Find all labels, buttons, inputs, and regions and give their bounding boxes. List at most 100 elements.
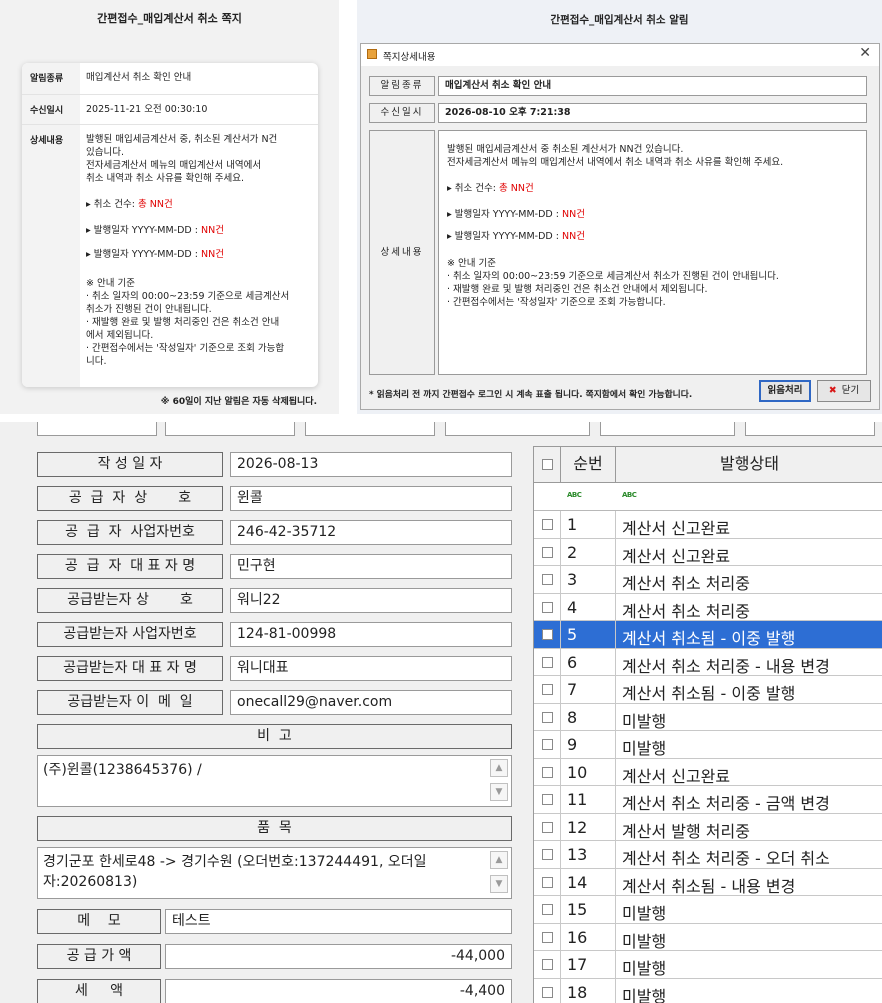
top-field-strip[interactable] <box>745 422 875 436</box>
close-button[interactable]: ✖ 닫기 <box>817 380 871 402</box>
row-checkbox[interactable] <box>542 904 553 915</box>
row-checkbox[interactable] <box>542 821 553 833</box>
row-no: 6 <box>567 652 578 672</box>
row-checkbox[interactable] <box>542 876 553 888</box>
row-no: 17 <box>567 955 588 974</box>
row-no: 14 <box>567 872 588 892</box>
row-checkbox[interactable] <box>542 739 553 750</box>
select-all-checkbox[interactable] <box>542 459 553 470</box>
table-row[interactable]: 16 미발행 <box>534 923 882 951</box>
buyer-ceo-field[interactable]: 워니대표 <box>230 656 512 681</box>
header-select-all[interactable] <box>534 447 561 483</box>
top-field-strip[interactable] <box>165 422 295 436</box>
table-row[interactable]: 15 미발행 <box>534 896 882 924</box>
detail-text: 발행된 매입세금계산서 중, 취소된 계산서가 N건 <box>86 134 278 145</box>
supplier-ceo-label: 공 급 자 대 표 자 명 <box>37 554 223 579</box>
row-checkbox[interactable] <box>542 574 553 585</box>
table-row[interactable]: 4 계산서 취소 처리중 <box>534 593 882 621</box>
filter-abc-icon[interactable]: ABC <box>622 491 637 499</box>
guide-head: ※ 안내 기준 <box>86 278 135 289</box>
scroll-down-icon[interactable]: ▼ <box>490 783 508 801</box>
table-row[interactable]: 18 미발행 <box>534 978 882 1003</box>
table-row[interactable]: 3 계산서 취소 처리중 <box>534 566 882 594</box>
guide-text: 에서 제외됩니다. <box>86 330 154 341</box>
remark-text: (주)윈콜(1238645376) / <box>43 762 202 778</box>
table-row[interactable]: 17 미발행 <box>534 951 882 979</box>
detail-text: 취소 내역과 취소 사유를 확인해 주세요. <box>86 173 244 184</box>
table-row[interactable]: 7 계산서 취소됨 - 이중 발행 <box>534 676 882 704</box>
item-field[interactable]: 경기군포 한세로48 -> 경기수원 (오더번호:137244491, 오더일자… <box>37 847 512 899</box>
table-row[interactable]: 6 계산서 취소 처리중 - 내용 변경 <box>534 648 882 676</box>
issue-date-line: ▸ 발행일자 YYYY-MM-DD : NN건 <box>86 225 224 236</box>
row-checkbox[interactable] <box>542 656 553 668</box>
guide-text: · 간편접수에서는 '작성일자' 기준으로 조회 가능합니다. <box>447 297 666 308</box>
row-checkbox[interactable] <box>542 849 553 860</box>
table-row[interactable]: 12 계산서 발행 처리중 <box>534 813 882 841</box>
grid-header: 순번 발행상태 <box>534 447 882 483</box>
row-status: 계산서 신고완료 <box>622 546 731 566</box>
table-row[interactable]: 5 계산서 취소됨 - 이중 발행 <box>534 621 882 649</box>
tax-amount-field[interactable]: -4,400 <box>165 979 512 1003</box>
row-checkbox[interactable] <box>542 766 553 778</box>
row-checkbox[interactable] <box>542 684 553 695</box>
row-no: 2 <box>567 542 578 562</box>
row-status: 계산서 취소 처리중 <box>622 601 750 621</box>
table-row[interactable]: 2 계산서 신고완료 <box>534 538 882 566</box>
desktop-notice-title: 간편접수_매입계산서 취소 알림 <box>550 14 689 26</box>
row-no: 9 <box>567 735 578 754</box>
buyer-bizno-field[interactable]: 124-81-00998 <box>230 622 512 647</box>
write-date-label: 작 성 일 자 <box>37 452 223 477</box>
memo-field[interactable]: 테스트 <box>165 909 512 934</box>
top-field-strip[interactable] <box>305 422 435 436</box>
table-row[interactable]: 8 미발행 <box>534 703 882 731</box>
row-checkbox[interactable] <box>542 959 553 970</box>
header-col-no[interactable]: 순번 <box>561 447 616 483</box>
buyer-name-field[interactable]: 워니22 <box>230 588 512 613</box>
mobile-notice-title: 간편접수_매입계산서 취소 쪽지 <box>97 12 242 25</box>
desktop-notice-panel: 간편접수_매입계산서 취소 알림 쪽지상세내용 ✕ 알림종류 매입계산서 취소 … <box>357 0 882 414</box>
row-checkbox[interactable] <box>542 986 553 998</box>
row-checkbox[interactable] <box>542 601 553 613</box>
table-row[interactable]: 11 계산서 취소 처리중 - 금액 변경 <box>534 786 882 814</box>
write-date-field[interactable]: 2026-08-13 <box>230 452 512 477</box>
row-checkbox[interactable] <box>542 546 553 558</box>
table-row[interactable]: 14 계산서 취소됨 - 내용 변경 <box>534 868 882 896</box>
row-checkbox[interactable] <box>542 629 553 640</box>
scroll-up-icon[interactable]: ▲ <box>490 851 508 869</box>
top-field-strip[interactable] <box>600 422 735 436</box>
guide-text: · 재발행 완료 및 발행 처리중인 건은 취소건 안내 <box>86 317 280 328</box>
buyer-email-field[interactable]: onecall29@naver.com <box>230 690 512 715</box>
header-col-status[interactable]: 발행상태 <box>616 447 882 483</box>
supplier-bizno-field[interactable]: 246-42-35712 <box>230 520 512 545</box>
mobile-type-row: 알림종류 매입계산서 취소 확인 안내 <box>22 63 318 95</box>
scroll-down-icon[interactable]: ▼ <box>490 875 508 893</box>
detail-label: 상세내용 <box>369 130 435 375</box>
close-icon[interactable]: ✕ <box>859 45 871 61</box>
supplier-name-field[interactable]: 윈콜 <box>230 486 512 511</box>
scroll-up-icon[interactable]: ▲ <box>490 759 508 777</box>
row-checkbox[interactable] <box>542 794 553 805</box>
remark-field[interactable]: (주)윈콜(1238645376) / ▲ ▼ <box>37 755 512 807</box>
mobile-notice-panel: 간편접수_매입계산서 취소 쪽지 알림종류 매입계산서 취소 확인 안내 수신일… <box>0 0 339 414</box>
table-row[interactable]: 13 계산서 취소 처리중 - 오더 취소 <box>534 841 882 869</box>
detail-text: 발행된 매입세금계산서 중 취소된 계산서가 NN건 있습니다. <box>447 144 684 155</box>
dialog-titlebar[interactable]: 쪽지상세내용 ✕ <box>361 44 879 66</box>
top-field-strip[interactable] <box>445 422 590 436</box>
mark-read-button[interactable]: 읽음처리 <box>759 380 811 402</box>
item-text: 경기군포 한세로48 -> 경기수원 (오더번호:137244491, 오더일자… <box>43 854 427 890</box>
mobile-date-row: 수신일시 2025-11-21 오전 00:30:10 <box>22 95 318 125</box>
supply-amount-field[interactable]: -44,000 <box>165 944 512 969</box>
mobile-date-label: 수신일시 <box>22 95 80 124</box>
row-checkbox[interactable] <box>542 931 553 943</box>
table-row[interactable]: 10 계산서 신고완료 <box>534 758 882 786</box>
top-field-strip[interactable] <box>37 422 157 436</box>
row-status: 미발행 <box>622 986 667 1003</box>
row-checkbox[interactable] <box>542 711 553 723</box>
table-row[interactable]: 1 계산서 신고완료 <box>534 511 882 539</box>
row-checkbox[interactable] <box>542 519 553 530</box>
invoice-form-panel: 작 성 일 자 2026-08-13 공 급 자 상 호 윈콜 공 급 자 사업… <box>0 422 882 1003</box>
table-row[interactable]: 9 미발행 <box>534 731 882 759</box>
tax-amount-label: 세 액 <box>37 979 161 1003</box>
supplier-ceo-field[interactable]: 민구현 <box>230 554 512 579</box>
filter-abc-icon[interactable]: ABC <box>567 491 582 499</box>
